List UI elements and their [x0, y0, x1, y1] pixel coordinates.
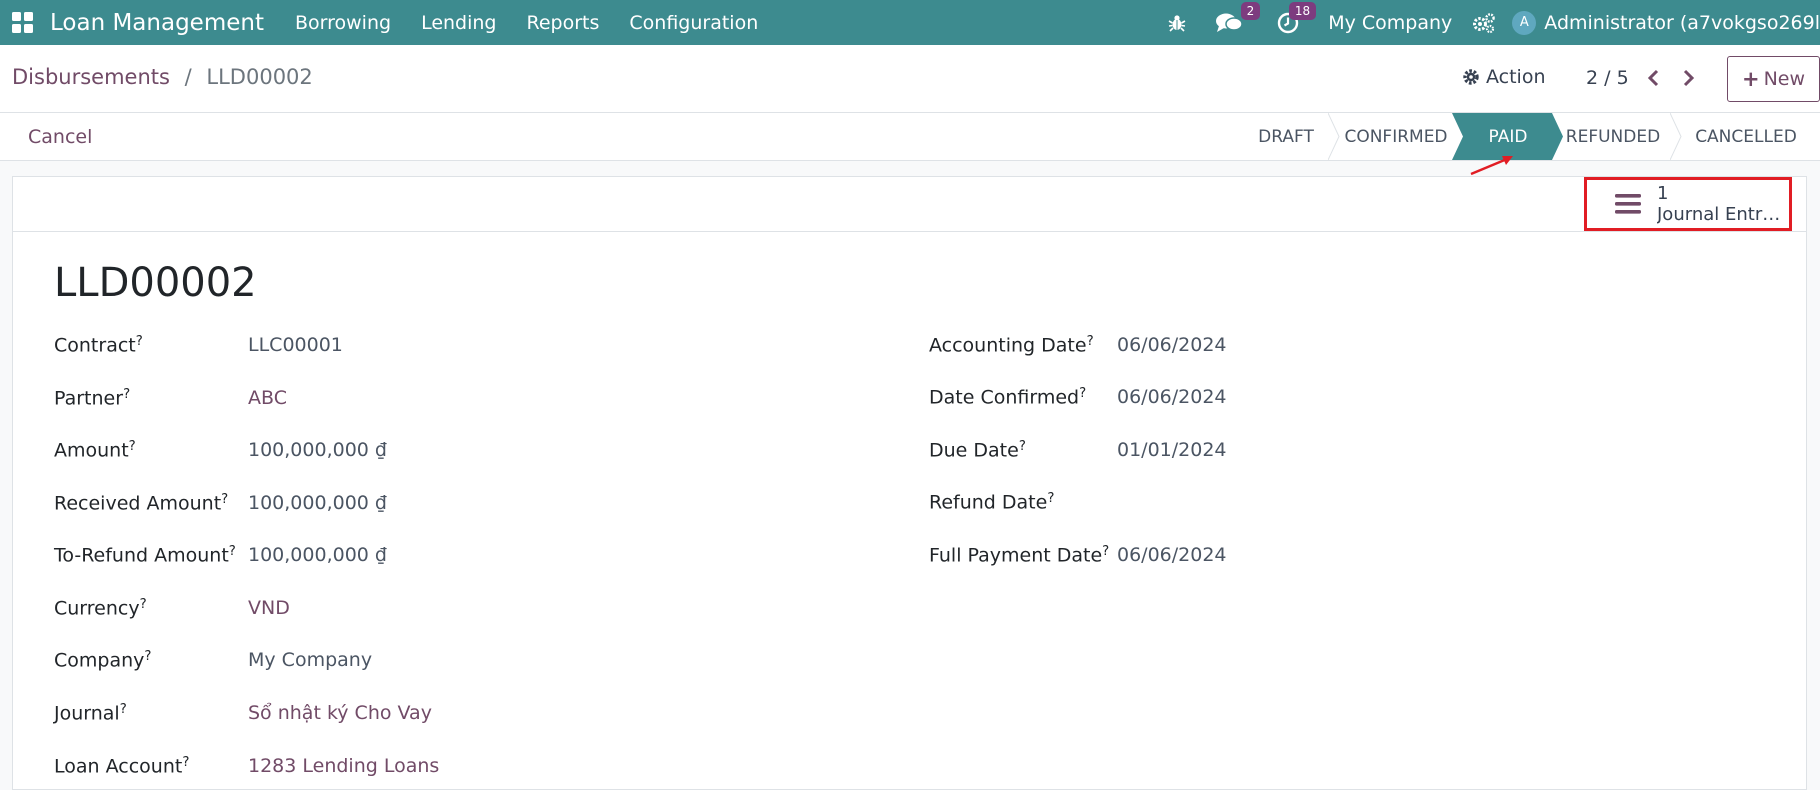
field-label-company: Company?	[54, 649, 152, 672]
breadcrumb-current: LLD00002	[206, 65, 313, 89]
stage-cancelled[interactable]: CANCELLED	[1672, 113, 1820, 160]
plus-icon: +	[1741, 67, 1760, 91]
record-title: LLD00002	[54, 260, 257, 306]
field-value-contract[interactable]: LLC00001	[248, 334, 343, 356]
cancel-button[interactable]: Cancel	[28, 126, 92, 148]
stage-confirmed[interactable]: CONFIRMED	[1330, 113, 1462, 160]
field-value-amount[interactable]: 100,000,000 ₫	[248, 439, 387, 461]
main-menu: Borrowing Lending Reports Configuration	[280, 12, 773, 34]
user-name: Administrator (a7vokgso269l	[1544, 11, 1820, 34]
breadcrumb-separator: /	[184, 65, 192, 89]
field-label-date-confirmed: Date Confirmed?	[929, 386, 1087, 409]
stage-pipeline: DRAFT CONFIRMED PAID REFUNDED CANCELLED	[1242, 113, 1820, 160]
status-bar: Cancel DRAFT CONFIRMED PAID REFUNDED CAN…	[0, 113, 1820, 161]
journal-entries-smart-button[interactable]: 1 Journal Entri…	[1584, 177, 1792, 231]
new-label: New	[1763, 68, 1806, 90]
field-value-journal[interactable]: Sổ nhật ký Cho Vay	[248, 702, 432, 724]
smart-button-text: 1 Journal Entri…	[1657, 183, 1785, 225]
stage-refunded[interactable]: REFUNDED	[1554, 113, 1682, 160]
field-value-currency[interactable]: VND	[248, 597, 290, 619]
list-bars-icon	[1615, 194, 1641, 214]
stage-draft-label: DRAFT	[1258, 126, 1314, 147]
form-sheet: 1 Journal Entri… LLD00002 Contract? LLC0…	[12, 176, 1807, 790]
field-label-refund-date: Refund Date?	[929, 491, 1055, 514]
pager-previous-button[interactable]	[1646, 68, 1662, 92]
field-label-journal: Journal?	[54, 702, 127, 725]
menu-borrowing[interactable]: Borrowing	[280, 12, 406, 34]
user-avatar: A	[1512, 10, 1537, 35]
user-menu[interactable]: A Administrator (a7vokgso269l	[1502, 10, 1820, 35]
field-value-to-refund-amount[interactable]: 100,000,000 ₫	[248, 544, 387, 566]
action-button[interactable]: Action	[1462, 66, 1546, 88]
field-value-received-amount[interactable]: 100,000,000 ₫	[248, 492, 387, 514]
stage-cancelled-label: CANCELLED	[1695, 126, 1797, 147]
messages-icon[interactable]: 2	[1204, 0, 1261, 45]
stage-confirmed-label: CONFIRMED	[1344, 126, 1448, 147]
field-label-amount: Amount?	[54, 439, 136, 462]
menu-configuration[interactable]: Configuration	[614, 12, 773, 34]
menu-reports[interactable]: Reports	[512, 12, 615, 34]
new-button[interactable]: + New	[1727, 56, 1820, 102]
activities-clock-icon[interactable]: 18	[1266, 0, 1317, 45]
field-label-to-refund-amount: To-Refund Amount?	[54, 544, 236, 567]
field-label-contract: Contract?	[54, 334, 143, 357]
top-navbar: Loan Management Borrowing Lending Report…	[0, 0, 1820, 45]
field-label-full-payment-date: Full Payment Date?	[929, 544, 1110, 567]
stage-draft[interactable]: DRAFT	[1242, 113, 1340, 160]
journal-entries-count: 1	[1657, 183, 1669, 204]
field-value-company[interactable]: My Company	[248, 649, 372, 671]
field-label-currency: Currency?	[54, 597, 147, 620]
app-brand[interactable]: Loan Management	[50, 10, 264, 36]
stage-divider	[1328, 113, 1340, 160]
pager-next-button[interactable]	[1680, 68, 1696, 92]
gear-icon	[1463, 69, 1479, 85]
chevron-left-icon	[1647, 69, 1659, 87]
field-label-due-date: Due Date?	[929, 439, 1026, 462]
field-value-due-date[interactable]: 01/01/2024	[1117, 439, 1227, 461]
annotation-arrow	[1470, 156, 1513, 176]
stage-refunded-label: REFUNDED	[1565, 126, 1661, 147]
breadcrumb-disbursements[interactable]: Disbursements	[12, 65, 170, 89]
field-value-loan-account[interactable]: 1283 Lending Loans	[248, 755, 439, 777]
settings-gears-icon[interactable]	[1466, 0, 1502, 45]
smart-button-box: 1 Journal Entri…	[13, 177, 1806, 232]
apps-menu-icon[interactable]	[0, 0, 46, 45]
debug-bug-icon[interactable]	[1156, 0, 1198, 45]
menu-lending[interactable]: Lending	[406, 12, 511, 34]
stage-divider	[1670, 113, 1682, 160]
field-label-loan-account: Loan Account?	[54, 755, 190, 778]
field-label-received-amount: Received Amount?	[54, 492, 229, 515]
navbar-systray: 2 18 My Company A Administrator (a7vokgs…	[1156, 0, 1820, 45]
breadcrumb: Disbursements / LLD00002	[12, 65, 313, 89]
messages-badge: 2	[1240, 2, 1261, 20]
control-panel: Disbursements / LLD00002 Action 2 / 5 + …	[0, 45, 1820, 113]
company-switcher[interactable]: My Company	[1310, 12, 1466, 34]
field-value-date-confirmed[interactable]: 06/06/2024	[1117, 386, 1227, 408]
chevron-right-icon	[1683, 69, 1695, 87]
action-label: Action	[1486, 66, 1546, 88]
field-value-full-payment-date[interactable]: 06/06/2024	[1117, 544, 1227, 566]
journal-entries-label: Journal Entri…	[1657, 204, 1785, 225]
activities-badge: 18	[1288, 2, 1317, 20]
pager-value[interactable]: 2 / 5	[1586, 67, 1629, 89]
field-label-partner: Partner?	[54, 387, 131, 410]
stage-paid-label: PAID	[1488, 126, 1528, 147]
field-value-accounting-date[interactable]: 06/06/2024	[1117, 334, 1227, 356]
field-label-accounting-date: Accounting Date?	[929, 334, 1094, 357]
field-value-partner[interactable]: ABC	[248, 387, 287, 409]
